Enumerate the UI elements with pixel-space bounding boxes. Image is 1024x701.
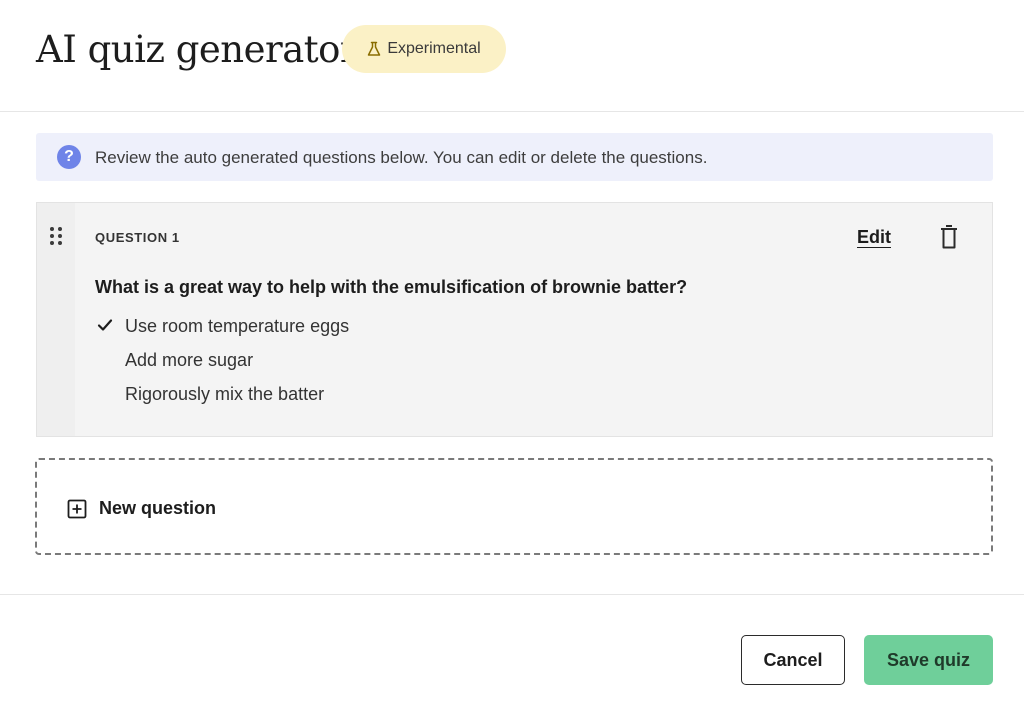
delete-button[interactable]	[937, 223, 961, 251]
quiz-generator-dialog: AI quiz generator Experimental ? Review …	[0, 0, 1024, 701]
save-quiz-button[interactable]: Save quiz	[864, 635, 993, 685]
trash-icon	[941, 225, 957, 249]
new-question-label: New question	[99, 498, 217, 518]
dialog-header: AI quiz generator Experimental	[0, 0, 1024, 112]
answer-option: Rigorously mix the batter	[95, 383, 349, 417]
new-question-button[interactable]: New question	[35, 458, 993, 555]
answer-text: Rigorously mix the batter	[125, 384, 325, 404]
check-icon	[97, 319, 113, 331]
answer-text: Add more sugar	[125, 350, 254, 370]
badge-label: Experimental	[387, 40, 481, 57]
drag-handle-icon[interactable]	[50, 227, 64, 247]
cancel-button[interactable]: Cancel	[741, 635, 845, 685]
question-circle-icon: ?	[57, 145, 81, 169]
flask-icon	[368, 41, 381, 56]
page-title: AI quiz generator	[36, 28, 358, 71]
question-card: QUESTION 1 Edit What is a great way to h…	[36, 202, 993, 437]
drag-strip[interactable]	[37, 203, 75, 436]
dialog-footer: Cancel Save quiz	[0, 594, 1024, 701]
answer-option: Add more sugar	[95, 349, 349, 383]
info-banner: ? Review the auto generated questions be…	[36, 133, 993, 181]
question-text: What is a great way to help with the emu…	[95, 277, 688, 297]
answer-option-correct: Use room temperature eggs	[95, 315, 349, 349]
answer-text: Use room temperature eggs	[125, 316, 350, 336]
plus-square-icon	[67, 499, 87, 518]
question-number-label: QUESTION 1	[95, 230, 180, 245]
answer-list: Use room temperature eggs Add more sugar…	[95, 315, 349, 417]
edit-button[interactable]: Edit	[857, 227, 891, 248]
banner-text: Review the auto generated questions belo…	[95, 148, 708, 167]
new-question-content: New question	[67, 498, 216, 519]
experimental-badge: Experimental	[342, 25, 506, 73]
